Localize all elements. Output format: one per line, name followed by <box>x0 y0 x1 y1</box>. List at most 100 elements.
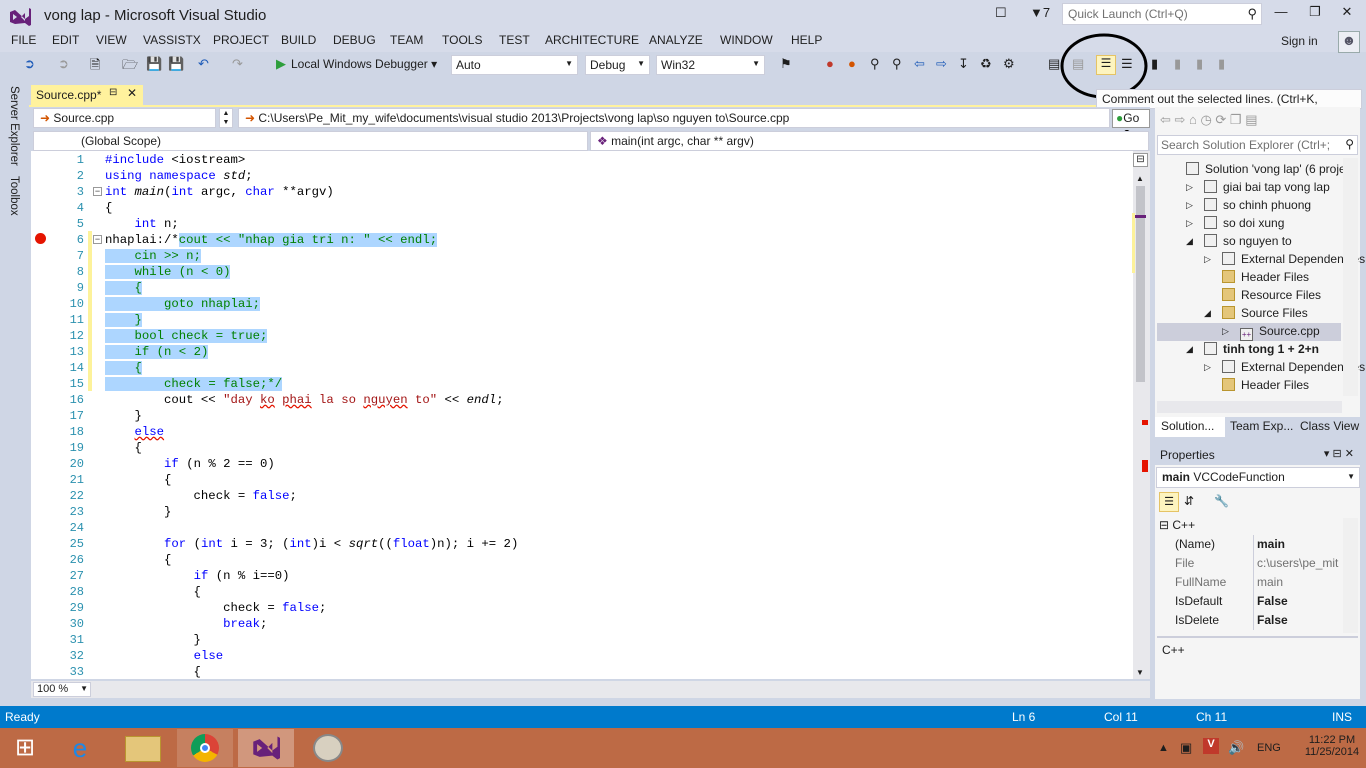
navigate-forward-icon[interactable]: ⇨ <box>936 56 947 72</box>
code-line[interactable]: int main(int argc, char **argv) <box>105 184 334 200</box>
panel-controls-icon[interactable]: ▾ ⊟ ✕ <box>1324 447 1354 460</box>
code-line[interactable]: { <box>105 552 171 568</box>
file-explorer-icon[interactable] <box>125 736 161 762</box>
solution-tree-item[interactable]: giai bai tap vong lap <box>1204 178 1330 196</box>
open-file-icon[interactable]: 🗁 <box>122 56 138 78</box>
start-debugging-button[interactable]: ▶ Local Windows Debugger ▾ <box>276 56 437 72</box>
categorized-icon[interactable]: ☰ <box>1159 492 1179 512</box>
code-line[interactable]: else <box>105 424 165 440</box>
collapse-region-icon[interactable]: − <box>93 187 102 196</box>
code-line[interactable]: } <box>105 504 171 520</box>
clock[interactable]: 11:22 PM 11/25/2014 <box>1302 734 1362 758</box>
tab-source-cpp[interactable]: Source.cpp* ⊟ ✕ <box>31 85 143 105</box>
scroll-up-icon[interactable]: ▲ <box>1136 174 1144 183</box>
code-line[interactable]: { <box>105 280 142 296</box>
visual-studio-taskbar-item[interactable] <box>238 729 294 767</box>
menu-analyze[interactable]: ANALYZE <box>649 33 703 47</box>
collapse-icon[interactable]: ◢ <box>1204 308 1211 319</box>
solution-tree-item[interactable]: so nguyen to <box>1204 232 1292 250</box>
code-line[interactable]: { <box>105 200 112 216</box>
chrome-taskbar-item[interactable] <box>177 729 233 767</box>
code-line[interactable]: nhaplai:/*cout << "nhap gia tri n: " << … <box>105 232 438 248</box>
solution-tree-item[interactable]: Header Files <box>1222 376 1309 394</box>
code-line[interactable]: if (n % i==0) <box>105 568 290 584</box>
expand-icon[interactable]: ▷ <box>1186 182 1193 193</box>
file-dropdown[interactable]: ➜ Source.cpp <box>33 108 216 128</box>
server-explorer-tab[interactable]: Server Explorer <box>8 86 20 166</box>
paint-icon[interactable] <box>313 734 343 762</box>
expand-icon[interactable]: ▷ <box>1204 254 1211 265</box>
new-project-icon[interactable]: 🗎 <box>90 56 100 78</box>
bookmark-icon[interactable]: ▮ <box>1151 56 1158 72</box>
code-line[interactable]: bool check = true; <box>105 328 268 344</box>
save-icon[interactable]: 💾 <box>146 56 162 72</box>
code-line[interactable]: break; <box>105 616 267 632</box>
code-line[interactable]: check = false; <box>105 488 297 504</box>
solution-tree-item[interactable]: Header Files <box>1222 268 1309 286</box>
internet-explorer-icon[interactable]: e <box>62 734 98 762</box>
clear-bookmarks-icon[interactable]: ▮ <box>1218 56 1225 72</box>
property-value[interactable]: main <box>1257 535 1342 554</box>
code-line[interactable]: { <box>105 440 142 456</box>
undo-icon[interactable]: ↶ <box>198 56 209 72</box>
code-line[interactable]: if (n < 2) <box>105 344 209 360</box>
collapse-region-icon[interactable]: − <box>93 235 102 244</box>
code-line[interactable]: { <box>105 360 142 376</box>
property-value[interactable]: main <box>1257 573 1342 592</box>
code-line[interactable]: } <box>105 312 142 328</box>
menu-test[interactable]: TEST <box>499 33 530 47</box>
scope-dropdown[interactable]: (Global Scope) <box>33 131 588 151</box>
code-line[interactable]: using namespace std; <box>105 168 253 184</box>
pin-icon[interactable]: ⊟ <box>109 87 117 98</box>
properties-scrollbar[interactable] <box>1343 518 1358 633</box>
next-bookmark-icon[interactable]: ▮ <box>1196 56 1203 72</box>
find-icon[interactable]: ⚑ <box>780 56 792 72</box>
code-line[interactable]: if (n % 2 == 0) <box>105 456 275 472</box>
tab-solution-explorer[interactable]: Solution... <box>1161 419 1214 433</box>
navigate-back-icon[interactable]: ⇦ <box>914 56 925 72</box>
code-line[interactable]: } <box>105 632 201 648</box>
solution-vscroll[interactable] <box>1343 158 1358 396</box>
code-line[interactable]: int n; <box>105 216 179 232</box>
code-line[interactable]: cin >> n; <box>105 248 201 264</box>
solution-tree-item[interactable]: tinh tong 1 + 2+n <box>1204 340 1319 358</box>
back-icon[interactable]: ➲ <box>24 56 35 72</box>
solution-hscroll[interactable] <box>1157 401 1342 413</box>
property-value[interactable]: False <box>1257 611 1342 630</box>
zoom-dropdown[interactable]: 100 % ▼ <box>33 682 91 697</box>
menu-help[interactable]: HELP <box>791 33 822 47</box>
avatar-icon[interactable]: ☻ <box>1338 31 1360 53</box>
property-value[interactable]: c:\users\pe_mit <box>1257 554 1342 573</box>
horizontal-scrollbar[interactable] <box>31 681 1150 698</box>
feedback-icon[interactable]: ☐ <box>995 5 1007 21</box>
vassist-icon[interactable]: ● <box>848 56 856 71</box>
solution-tree-item[interactable]: Resource Files <box>1222 286 1321 304</box>
code-line[interactable]: cout << "day ko phai la so nguyen to" <<… <box>105 392 504 408</box>
menu-file[interactable]: FILE <box>11 33 36 47</box>
collapse-icon[interactable]: ◢ <box>1186 236 1193 247</box>
solution-search-input[interactable]: Search Solution Explorer (Ctrl+; ⚲ <box>1157 135 1358 155</box>
expand-icon[interactable]: ▷ <box>1222 326 1229 337</box>
menu-tools[interactable]: TOOLS <box>442 33 482 47</box>
options-icon[interactable]: ⚙ <box>1003 56 1015 72</box>
solution-tree-item[interactable]: Source Files <box>1222 304 1308 322</box>
code-line[interactable]: { <box>105 664 201 680</box>
code-line[interactable]: check = false; <box>105 600 326 616</box>
vassist-icon[interactable]: ● <box>826 56 834 71</box>
path-dropdown[interactable]: ➜ C:\Users\Pe_Mit_my_wife\documents\visu… <box>238 108 1110 128</box>
menu-team[interactable]: TEAM <box>390 33 423 47</box>
close-icon[interactable]: ✕ <box>127 86 137 100</box>
split-window-icon[interactable]: ⊟ <box>1133 153 1148 167</box>
outline-icon[interactable]: ↧ <box>958 56 969 72</box>
tab-team-explorer[interactable]: Team Exp... <box>1230 419 1293 433</box>
menu-window[interactable]: WINDOW <box>720 33 773 47</box>
build-config-dropdown[interactable]: Debug ▼ <box>585 55 650 75</box>
prev-bookmark-icon[interactable]: ▮ <box>1174 56 1181 72</box>
code-line[interactable]: #include <iostream> <box>105 152 245 168</box>
platform-dropdown[interactable]: Win32 ▼ <box>656 55 765 75</box>
refactor-icon[interactable]: ♻ <box>980 56 992 72</box>
code-line[interactable]: else <box>105 648 224 664</box>
code-line[interactable]: { <box>105 472 171 488</box>
network-icon[interactable]: ▣ <box>1180 740 1192 756</box>
category-header[interactable]: ⊟ C++ <box>1159 518 1195 532</box>
